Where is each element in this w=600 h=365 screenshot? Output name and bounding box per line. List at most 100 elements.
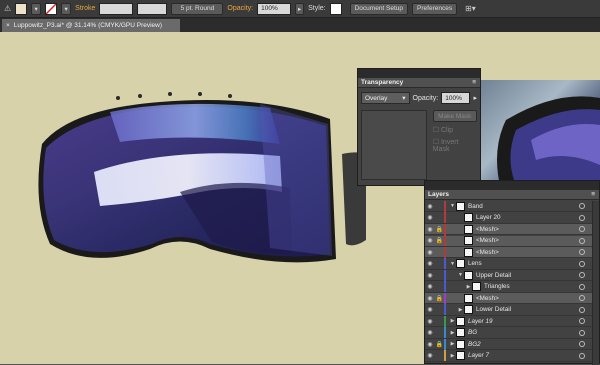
layer-name: Layer 20 xyxy=(476,214,501,221)
lock-toggle[interactable]: 🔒 xyxy=(435,237,444,244)
visibility-eye-icon[interactable]: ◉ xyxy=(425,237,435,244)
layer-thumbnail xyxy=(464,236,473,245)
layer-name: <Mesh> xyxy=(476,237,499,244)
layer-thumbnail xyxy=(456,259,465,268)
opacity-label[interactable]: Opacity: xyxy=(227,5,253,12)
arrange-documents-icon[interactable]: ⊞▾ xyxy=(465,4,476,13)
layer-name: <Mesh> xyxy=(476,294,499,302)
fill-dropdown[interactable]: ▾ xyxy=(31,2,42,15)
panel-menu-icon[interactable]: ≡ xyxy=(472,79,476,86)
close-tab-icon[interactable]: × xyxy=(6,22,10,29)
layer-color-bar xyxy=(444,246,446,258)
layer-color-bar xyxy=(444,235,446,246)
layer-row[interactable]: ◉ ▶ Triangles xyxy=(425,281,593,293)
disclosure-triangle-icon[interactable]: ▶ xyxy=(457,307,464,313)
layer-row[interactable]: ◉ ▶ Layer 19 xyxy=(425,315,593,327)
disclosure-triangle-icon[interactable]: ▶ xyxy=(449,341,456,347)
target-circle-icon[interactable] xyxy=(579,237,585,244)
target-circle-icon[interactable] xyxy=(579,341,585,347)
stroke-weight-field[interactable] xyxy=(99,2,134,15)
visibility-eye-icon[interactable]: ◉ xyxy=(425,352,435,359)
layer-row[interactable]: ◉ ▶ BG xyxy=(425,327,593,339)
transparency-titlebar[interactable] xyxy=(358,69,480,78)
panel-opacity-field[interactable]: 100% xyxy=(441,92,471,104)
disclosure-triangle-icon[interactable]: ▶ xyxy=(449,353,456,359)
target-circle-icon[interactable] xyxy=(579,272,585,278)
visibility-eye-icon[interactable]: ◉ xyxy=(425,341,435,348)
document-tab[interactable]: × Luppowitz_P3.ai* @ 31.14% (CMYK/GPU Pr… xyxy=(2,19,180,32)
clip-checkbox[interactable]: ☐ Clip xyxy=(433,126,477,134)
target-circle-icon[interactable] xyxy=(579,214,585,221)
disclosure-triangle-icon[interactable]: ▼ xyxy=(449,203,456,209)
layers-titlebar[interactable] xyxy=(425,181,599,190)
visibility-eye-icon[interactable]: ◉ xyxy=(425,260,435,267)
visibility-eye-icon[interactable]: ◉ xyxy=(425,214,435,221)
layer-row[interactable]: ◉ <Mesh> xyxy=(425,246,593,258)
disclosure-triangle-icon[interactable]: ▶ xyxy=(449,330,456,336)
layer-row[interactable]: ◉ Layer 20 xyxy=(425,212,593,224)
layer-name: <Mesh> xyxy=(476,248,499,256)
brush-definition[interactable]: 5 pt. Round xyxy=(171,2,224,15)
disclosure-triangle-icon[interactable]: ▶ xyxy=(449,318,456,324)
visibility-eye-icon[interactable]: ◉ xyxy=(425,249,435,256)
target-circle-icon[interactable] xyxy=(579,306,585,313)
blend-mode-select[interactable]: Overlay ▾ xyxy=(361,92,410,104)
stroke-dropdown[interactable]: ▾ xyxy=(61,2,72,15)
layer-color-bar xyxy=(444,327,446,338)
arrow-tool-icon[interactable]: ⚠ xyxy=(4,4,11,13)
target-circle-icon[interactable] xyxy=(579,249,585,255)
disclosure-triangle-icon[interactable]: ▼ xyxy=(457,272,464,278)
panel-menu-icon[interactable]: ≡ xyxy=(591,191,595,198)
lens-right-reflection xyxy=(260,104,332,256)
opacity-field[interactable]: 100% xyxy=(257,2,292,15)
target-circle-icon[interactable] xyxy=(579,283,585,290)
visibility-eye-icon[interactable]: ◉ xyxy=(425,272,435,279)
disclosure-triangle-icon[interactable]: ▼ xyxy=(449,261,456,267)
target-circle-icon[interactable] xyxy=(579,203,585,209)
document-setup-button[interactable]: Document Setup xyxy=(349,2,409,15)
layer-name: BG2 xyxy=(468,340,481,348)
layer-row[interactable]: ◉ 🔒 ▶ BG2 xyxy=(425,338,593,350)
layer-color-bar xyxy=(444,338,446,350)
visibility-eye-icon[interactable]: ◉ xyxy=(425,318,435,325)
preferences-button[interactable]: Preferences xyxy=(412,2,458,15)
layer-row[interactable]: ◉ 🔒 <Mesh> xyxy=(425,292,593,304)
visibility-eye-icon[interactable]: ◉ xyxy=(425,295,435,302)
variable-width-field[interactable] xyxy=(137,2,168,15)
layers-scrollbar[interactable] xyxy=(592,201,599,365)
target-circle-icon[interactable] xyxy=(579,329,585,336)
layer-row[interactable]: ◉ 🔒 <Mesh> xyxy=(425,223,593,235)
layer-row[interactable]: ◉ ▼ Lens xyxy=(425,258,593,270)
target-circle-icon[interactable] xyxy=(579,295,585,301)
visibility-eye-icon[interactable]: ◉ xyxy=(425,283,435,290)
target-circle-icon[interactable] xyxy=(579,260,585,267)
visibility-eye-icon[interactable]: ◉ xyxy=(425,203,435,210)
layer-row[interactable]: ◉ ▼ Upper Detail xyxy=(425,269,593,281)
opacity-arrow[interactable]: ▸ xyxy=(295,2,305,15)
stroke-swatch[interactable] xyxy=(45,2,58,15)
opacity-slider-arrow[interactable]: ▸ xyxy=(473,94,477,102)
layer-row[interactable]: ◉ ▶ Layer 7 xyxy=(425,350,593,362)
target-circle-icon[interactable] xyxy=(579,318,585,324)
fill-swatch[interactable] xyxy=(15,2,28,15)
invert-mask-checkbox[interactable]: ☐ Invert Mask xyxy=(433,138,477,153)
visibility-eye-icon[interactable]: ◉ xyxy=(425,329,435,336)
goggle-illustration[interactable] xyxy=(30,84,370,280)
target-circle-icon[interactable] xyxy=(579,352,585,359)
make-mask-button[interactable]: Make Mask xyxy=(432,110,477,122)
target-circle-icon[interactable] xyxy=(579,226,585,232)
layer-color-bar xyxy=(444,212,446,223)
layer-row[interactable]: ◉ 🔒 <Mesh> xyxy=(425,235,593,247)
layer-row[interactable]: ◉ ▼ Band xyxy=(425,200,593,212)
lock-toggle[interactable]: 🔒 xyxy=(435,341,444,348)
layer-thumbnail xyxy=(464,213,473,222)
visibility-eye-icon[interactable]: ◉ xyxy=(425,306,435,313)
style-swatch[interactable] xyxy=(329,2,342,15)
visibility-eye-icon[interactable]: ◉ xyxy=(425,226,435,233)
layer-thumbnail xyxy=(464,270,473,280)
lock-toggle[interactable]: 🔒 xyxy=(435,226,444,233)
layer-row[interactable]: ◉ ▶ Lower Detail xyxy=(425,304,593,316)
disclosure-triangle-icon[interactable]: ▶ xyxy=(465,284,472,290)
lock-toggle[interactable]: 🔒 xyxy=(435,295,444,302)
stroke-label[interactable]: Stroke xyxy=(75,5,95,12)
